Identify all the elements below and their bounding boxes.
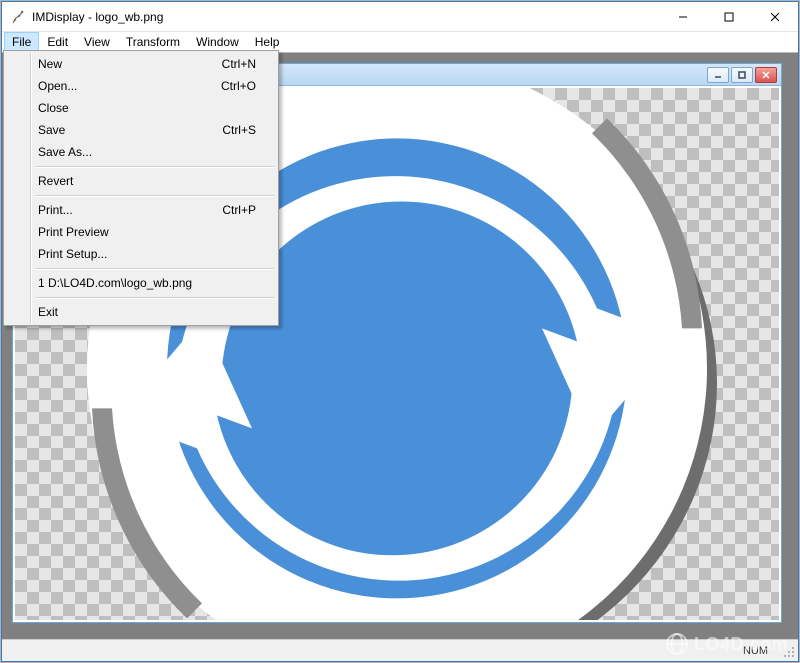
app-icon bbox=[10, 9, 26, 25]
menu-item-revert[interactable]: Revert bbox=[6, 170, 276, 192]
menu-separator bbox=[36, 195, 274, 196]
menu-item-label: Save bbox=[38, 123, 65, 137]
menu-item-label: Revert bbox=[38, 174, 73, 188]
menu-separator bbox=[36, 268, 274, 269]
menu-view[interactable]: View bbox=[76, 32, 118, 52]
menu-separator bbox=[36, 297, 274, 298]
status-numlock: NUM bbox=[743, 645, 768, 657]
menu-item-print-setup[interactable]: Print Setup... bbox=[6, 243, 276, 265]
menu-item-label: New bbox=[38, 57, 62, 71]
file-menu-dropdown: New Ctrl+N Open... Ctrl+O Close Save Ctr… bbox=[3, 50, 279, 326]
menu-item-close[interactable]: Close bbox=[6, 97, 276, 119]
menu-item-save[interactable]: Save Ctrl+S bbox=[6, 119, 276, 141]
menu-item-shortcut: Ctrl+P bbox=[222, 203, 256, 217]
menu-item-label: Print... bbox=[38, 203, 73, 217]
doc-close-button[interactable] bbox=[755, 67, 777, 83]
menu-item-new[interactable]: New Ctrl+N bbox=[6, 53, 276, 75]
menu-file[interactable]: File bbox=[4, 32, 39, 52]
menu-item-label: Exit bbox=[38, 305, 58, 319]
window-controls bbox=[660, 2, 798, 31]
menu-item-label: Close bbox=[38, 101, 69, 115]
menu-item-open[interactable]: Open... Ctrl+O bbox=[6, 75, 276, 97]
menu-transform[interactable]: Transform bbox=[118, 32, 188, 52]
menu-item-shortcut: Ctrl+S bbox=[222, 123, 256, 137]
menubar: File Edit View Transform Window Help bbox=[2, 32, 798, 52]
menu-item-label: 1 D:\LO4D.com\logo_wb.png bbox=[38, 276, 192, 290]
menu-item-print[interactable]: Print... Ctrl+P bbox=[6, 199, 276, 221]
menu-item-exit[interactable]: Exit bbox=[6, 301, 276, 323]
resize-grip-icon[interactable] bbox=[783, 646, 795, 658]
menu-item-print-preview[interactable]: Print Preview bbox=[6, 221, 276, 243]
menu-separator bbox=[36, 166, 274, 167]
menu-item-label: Open... bbox=[38, 79, 77, 93]
window-title: IMDisplay - logo_wb.png bbox=[32, 10, 163, 24]
menu-item-label: Print Setup... bbox=[38, 247, 107, 261]
menu-help[interactable]: Help bbox=[247, 32, 288, 52]
close-button[interactable] bbox=[752, 2, 798, 31]
statusbar: NUM bbox=[2, 639, 798, 661]
menu-item-label: Print Preview bbox=[38, 225, 109, 239]
menu-window[interactable]: Window bbox=[188, 32, 247, 52]
doc-minimize-button[interactable] bbox=[707, 67, 729, 83]
menu-item-shortcut: Ctrl+O bbox=[221, 79, 256, 93]
minimize-button[interactable] bbox=[660, 2, 706, 31]
doc-maximize-button[interactable] bbox=[731, 67, 753, 83]
menu-item-label: Save As... bbox=[38, 145, 92, 159]
menu-item-shortcut: Ctrl+N bbox=[222, 57, 256, 71]
titlebar[interactable]: IMDisplay - logo_wb.png bbox=[2, 2, 798, 32]
maximize-button[interactable] bbox=[706, 2, 752, 31]
menu-item-save-as[interactable]: Save As... bbox=[6, 141, 276, 163]
menu-item-recent-1[interactable]: 1 D:\LO4D.com\logo_wb.png bbox=[6, 272, 276, 294]
menu-edit[interactable]: Edit bbox=[39, 32, 76, 52]
